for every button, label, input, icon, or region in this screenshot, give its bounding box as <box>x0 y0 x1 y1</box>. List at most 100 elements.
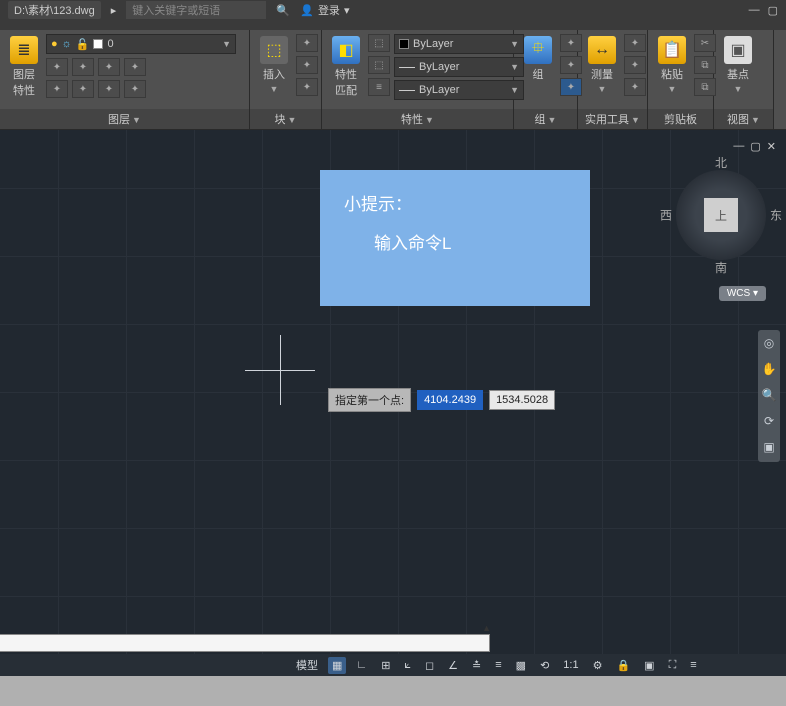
command-line[interactable]: ▲ <box>0 634 490 652</box>
base-btn-label: 基点 <box>727 66 749 82</box>
util-tool-2[interactable]: ✦ <box>624 56 646 74</box>
layer-tool-5[interactable]: ✦ <box>46 80 68 98</box>
nav-orbit-icon[interactable]: ⟳ <box>761 414 777 430</box>
util-tools: ✦ ✦ ✦ <box>624 34 646 96</box>
insert-button[interactable]: ⬚ 插入 ▼ <box>256 34 292 96</box>
viewcube-west[interactable]: 西 <box>660 207 672 224</box>
block-tool-2[interactable]: ✦ <box>296 56 318 74</box>
panel-label-clip: 剪贴板 <box>664 114 697 126</box>
layer-tool-1[interactable]: ✦ <box>46 58 68 76</box>
paste-btn-label: 粘贴 <box>661 66 683 82</box>
layer-tool-8[interactable]: ✦ <box>124 80 146 98</box>
lineweight-selector[interactable]: ByLayer ▼ <box>394 57 524 77</box>
workspace-icon[interactable]: ▣ <box>640 657 658 674</box>
drawing-canvas[interactable]: — ▢ ✕ 小提示： 输入命令L 指定第一个点: 4104.2439 1534.… <box>0 130 786 676</box>
cycle-toggle-icon[interactable]: ⟲ <box>536 657 553 674</box>
layer-selector[interactable]: ● ☼ 🔓 0 ▼ <box>46 34 236 54</box>
grid-toggle-icon[interactable]: ▦ <box>328 657 346 674</box>
gear-icon[interactable]: ⚙ <box>589 657 607 674</box>
layer-properties-button[interactable]: ≣ 图层 特性 <box>6 34 42 100</box>
lineweight-icon <box>399 67 415 68</box>
panel-label-layers: 图层 <box>108 114 130 126</box>
prop-tool-1[interactable]: ⬚ <box>368 34 390 52</box>
vp-maximize-icon[interactable]: ▢ <box>750 140 760 153</box>
clip-tool-1[interactable]: ✂ <box>694 34 716 52</box>
paste-button[interactable]: 📋 粘贴 ▼ <box>654 34 690 96</box>
panel-view: ▣ 基点 ▼ 视图▼ <box>714 30 774 129</box>
group-button[interactable]: ⯐ 组 <box>520 34 556 84</box>
clip-tool-3[interactable]: ⧉ <box>694 78 716 96</box>
snap-toggle-icon[interactable]: ∟ <box>352 657 371 673</box>
viewcube-east[interactable]: 东 <box>770 207 782 224</box>
panel-util: ↔ 测量 ▼ ✦ ✦ ✦ 实用工具▼ <box>578 30 648 129</box>
linetype-label: ByLayer <box>419 84 459 96</box>
dyn-x-input[interactable]: 4104.2439 <box>417 390 483 410</box>
ortho-toggle-icon[interactable]: ⊞ <box>377 657 394 674</box>
vp-close-icon[interactable]: ✕ <box>767 140 776 153</box>
panel-properties: ◧ 特性 匹配 ⬚ ⬚ ≡ ByLayer ▼ ByLayer ▼ <box>322 30 514 129</box>
measure-button[interactable]: ↔ 测量 ▼ <box>584 34 620 96</box>
lwt-toggle-icon[interactable]: ≡ <box>491 657 505 673</box>
scale-display[interactable]: 1:1 <box>559 657 582 673</box>
panel-label-block: 块 <box>275 114 286 126</box>
util-tool-1[interactable]: ✦ <box>624 34 646 52</box>
panel-group: ⯐ 组 ✦ ✦ ✦ 组▼ <box>514 30 578 129</box>
sun-icon: ☼ <box>62 38 72 50</box>
panel-layers: ≣ 图层 特性 ● ☼ 🔓 0 ▼ ✦ ✦ ✦ ✦ ✦ ✦ <box>0 30 250 129</box>
maximize-icon[interactable]: ▢ <box>768 4 778 17</box>
viewcube-north[interactable]: 北 <box>715 154 727 171</box>
nav-showmotion-icon[interactable]: ▣ <box>761 440 777 456</box>
minimize-icon[interactable]: — <box>749 4 760 17</box>
cmd-expand-icon[interactable]: ▲ <box>482 623 491 633</box>
prop-tool-2[interactable]: ⬚ <box>368 56 390 74</box>
linetype-icon <box>399 90 415 91</box>
layer-tool-2[interactable]: ✦ <box>72 58 94 76</box>
nav-zoom-icon[interactable]: 🔍 <box>761 388 777 404</box>
search-input[interactable]: 键入关键字或短语 <box>126 1 266 19</box>
ribbon-tabs[interactable] <box>0 20 786 30</box>
viewcube-top[interactable]: 上 <box>704 198 738 232</box>
dyn-y-input[interactable]: 1534.5028 <box>489 390 555 410</box>
prop-tool-3[interactable]: ≡ <box>368 78 390 96</box>
panel-label-view: 视图 <box>727 114 749 126</box>
annoscale-icon[interactable]: 🔒 <box>612 657 634 674</box>
layers-btn-label: 图层 特性 <box>13 66 35 98</box>
layer-tool-3[interactable]: ✦ <box>98 58 120 76</box>
dyn-toggle-icon[interactable]: ≛ <box>468 657 485 674</box>
color-label: ByLayer <box>413 38 453 50</box>
otrack-toggle-icon[interactable]: ∠ <box>444 657 462 674</box>
viewcube-south[interactable]: 南 <box>715 259 727 276</box>
layer-tool-6[interactable]: ✦ <box>72 80 94 98</box>
search-icon[interactable]: 🔍 <box>276 3 290 17</box>
block-tool-3[interactable]: ✦ <box>296 78 318 96</box>
titlebar: D:\素材\123.dwg ▸ 键入关键字或短语 🔍 👤 登录 ▾ — ▢ <box>0 0 786 20</box>
polar-toggle-icon[interactable]: ⟀ <box>400 657 415 674</box>
viewcube[interactable]: 上 北 南 西 东 <box>676 170 766 260</box>
max-icon[interactable]: ⛶ <box>665 657 681 674</box>
vp-minimize-icon[interactable]: — <box>733 140 744 153</box>
lightbulb-icon: ● <box>51 38 58 50</box>
layer-tools: ✦ ✦ ✦ ✦ ✦ ✦ ✦ ✦ <box>46 58 236 98</box>
customize-icon[interactable]: ≡ <box>686 657 700 673</box>
panel-label-props: 特性 <box>401 114 423 126</box>
clip-tool-2[interactable]: ⧉ <box>694 56 716 74</box>
transparency-toggle-icon[interactable]: ▩ <box>512 657 530 674</box>
color-selector[interactable]: ByLayer ▼ <box>394 34 524 54</box>
match-properties-button[interactable]: ◧ 特性 匹配 <box>328 34 364 100</box>
nav-wheel-icon[interactable]: ◎ <box>761 336 777 352</box>
util-tool-3[interactable]: ✦ <box>624 78 646 96</box>
osnap-toggle-icon[interactable]: ◻ <box>421 657 438 674</box>
nav-pan-icon[interactable]: ✋ <box>761 362 777 378</box>
insert-icon: ⬚ <box>260 36 288 64</box>
wcs-badge[interactable]: WCS ▾ <box>719 286 766 301</box>
measure-icon: ↔ <box>588 36 616 64</box>
block-tool-1[interactable]: ✦ <box>296 34 318 52</box>
basepoint-button[interactable]: ▣ 基点 ▼ <box>720 34 756 96</box>
login-button[interactable]: 👤 登录 ▾ <box>300 2 349 18</box>
model-tab[interactable]: 模型 <box>292 655 322 675</box>
layer-tool-7[interactable]: ✦ <box>98 80 120 98</box>
block-tools: ✦ ✦ ✦ <box>296 34 318 96</box>
hint-title: 小提示： <box>344 190 566 215</box>
linetype-selector[interactable]: ByLayer ▼ <box>394 80 524 100</box>
layer-tool-4[interactable]: ✦ <box>124 58 146 76</box>
